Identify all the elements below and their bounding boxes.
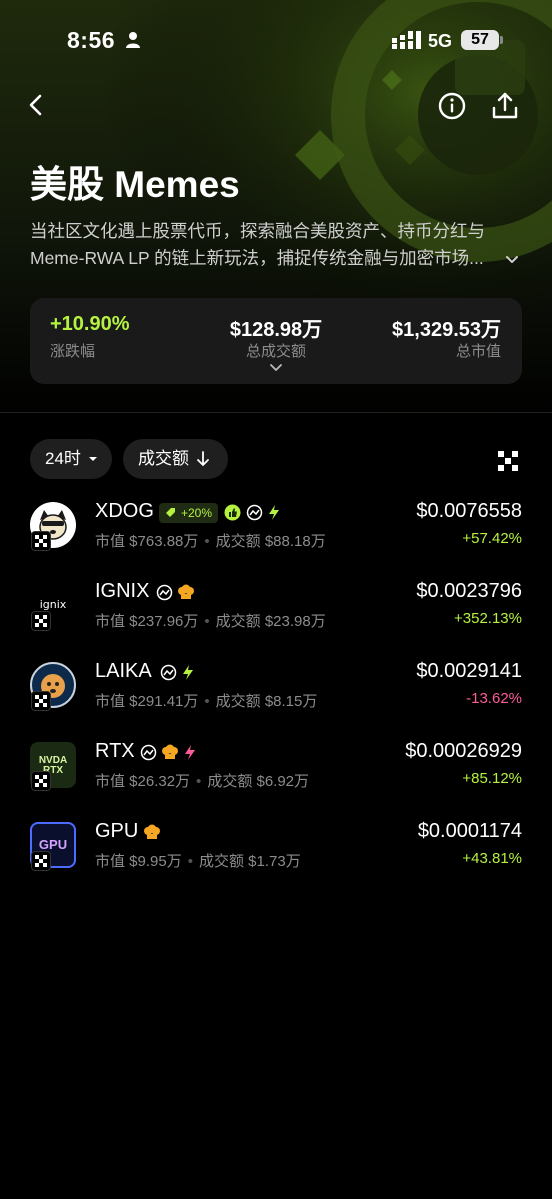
token-change: +85.12% (462, 770, 522, 787)
network-type: 5G (428, 31, 453, 51)
token-price: $0.0029141 (416, 660, 522, 682)
xlayer-chain-icon (31, 611, 51, 631)
person-icon (126, 32, 140, 48)
xlayer-chain-icon (31, 851, 51, 871)
token-row-xdog[interactable]: XDOG +20% 市值 $763.88万 • 成交额 $88.18万 $0.007… (0, 500, 552, 580)
sort-filter-label: 成交额 (138, 449, 189, 468)
page-title: 美股 Memes (30, 164, 240, 205)
token-price: $0.0076558 (416, 500, 522, 522)
back-button[interactable] (22, 90, 52, 120)
expand-stats-icon[interactable] (269, 362, 283, 374)
token-price: $0.00026929 (405, 740, 522, 762)
token-name: IGNIX (95, 580, 150, 602)
token-volume: 成交额 $23.98万 (215, 613, 326, 630)
token-market-cap: 市值 $763.88万 (95, 533, 199, 550)
token-stats: 市值 $26.32万 • 成交额 $6.92万 (95, 770, 309, 791)
info-button[interactable] (436, 90, 468, 122)
section-divider (0, 412, 552, 413)
boost-value: +20% (181, 506, 213, 520)
token-price: $0.0023796 (416, 580, 522, 602)
lightning-icon (269, 505, 279, 520)
period-filter-label: 24时 (45, 449, 81, 468)
signal-icon (392, 31, 421, 49)
token-row-gpu[interactable]: GPU GPU 市值 $9.95万 • 成交额 $1.73万 $0.0001174 … (0, 820, 552, 900)
chain-filter-icon[interactable] (496, 449, 520, 473)
lightning-pink-icon (185, 745, 195, 760)
separator-dot: • (204, 693, 210, 710)
token-stats: 市值 $291.41万 • 成交额 $8.15万 (95, 690, 317, 711)
token-stats: 市值 $237.96万 • 成交额 $23.98万 (95, 610, 326, 631)
caret-down-icon (89, 457, 97, 461)
arrow-down-icon (197, 451, 209, 466)
battery-tip (500, 36, 503, 44)
token-change: +57.42% (462, 530, 522, 547)
chart-trend-icon (246, 504, 263, 521)
status-bar: 8:56 5G 57 (0, 0, 552, 80)
description-line-1: 当社区文化遇上股票代币，探索融合美股资产、持币分红与 (30, 221, 485, 241)
token-volume: 成交额 $1.73万 (198, 853, 301, 870)
token-market-cap: 市值 $9.95万 (95, 853, 182, 870)
token-row-ignix[interactable]: ignix IGNIX 市值 $237.96万 • 成交额 $23.98万 $0.0… (0, 580, 552, 660)
volume-label: 总成交额 (245, 343, 306, 360)
rocket-icon (166, 508, 175, 517)
chart-trend-icon (160, 664, 177, 681)
token-row-laika[interactable]: LAIKA 市值 $291.41万 • 成交额 $8.15万 $0.0029141 … (0, 660, 552, 740)
token-stats: 市值 $9.95万 • 成交额 $1.73万 (95, 850, 301, 871)
token-name: GPU (95, 820, 139, 842)
separator-dot: • (204, 613, 210, 630)
token-volume: 成交额 $88.18万 (215, 533, 326, 550)
market-cap-label: 总市值 (455, 343, 501, 360)
description-line-2: Meme-RWA LP 的链上新玩法，捕捉传统金融与加密市场... (30, 248, 484, 268)
token-price: $0.0001174 (417, 820, 522, 842)
token-name: RTX (95, 740, 135, 762)
separator-dot: • (204, 533, 210, 550)
token-change: +43.81% (462, 850, 522, 867)
thumbs-up-icon (224, 504, 241, 521)
chart-trend-icon (140, 744, 157, 761)
token-volume: 成交额 $6.92万 (207, 773, 310, 790)
battery-level: 57 (461, 30, 499, 50)
stats-card: +10.90% 涨跌幅 $128.98万 总成交额 $1,329.53万 总市值 (30, 298, 522, 384)
token-market-cap: 市值 $26.32万 (95, 773, 191, 790)
xlayer-chain-icon (31, 691, 51, 711)
status-time: 8:56 (67, 27, 116, 53)
token-change: +352.13% (454, 610, 522, 627)
chef-hat-icon (162, 744, 178, 759)
expand-description-icon[interactable] (503, 250, 521, 268)
token-change: -13.62% (466, 690, 522, 707)
separator-dot: • (187, 853, 193, 870)
xlayer-chain-icon (31, 531, 51, 551)
token-market-cap: 市值 $291.41万 (95, 693, 199, 710)
chef-hat-icon (144, 824, 160, 839)
chart-trend-icon (156, 584, 173, 601)
token-name: XDOG (95, 500, 154, 522)
separator-dot: • (196, 773, 202, 790)
token-market-cap: 市值 $237.96万 (95, 613, 199, 630)
token-name: LAIKA (95, 660, 152, 682)
share-button[interactable] (489, 90, 521, 122)
period-filter-button[interactable]: 24时 (30, 439, 112, 479)
chef-hat-icon (178, 584, 194, 599)
boost-tag: +20% (159, 503, 219, 523)
token-stats: 市值 $763.88万 • 成交额 $88.18万 (95, 530, 326, 551)
xlayer-chain-icon (31, 771, 51, 791)
market-cap-value: $1,329.53万 (392, 319, 501, 341)
category-description: 当社区文化遇上股票代币，探索融合美股资产、持币分红与 Meme-RWA LP 的… (30, 218, 500, 272)
lightning-icon (183, 665, 193, 680)
sort-filter-button[interactable]: 成交额 (123, 439, 228, 479)
token-row-rtx[interactable]: NVDA RTX RTX 市值 $26.32万 • 成交额 $6.92万 $0.00… (0, 740, 552, 820)
token-volume: 成交额 $8.15万 (215, 693, 318, 710)
